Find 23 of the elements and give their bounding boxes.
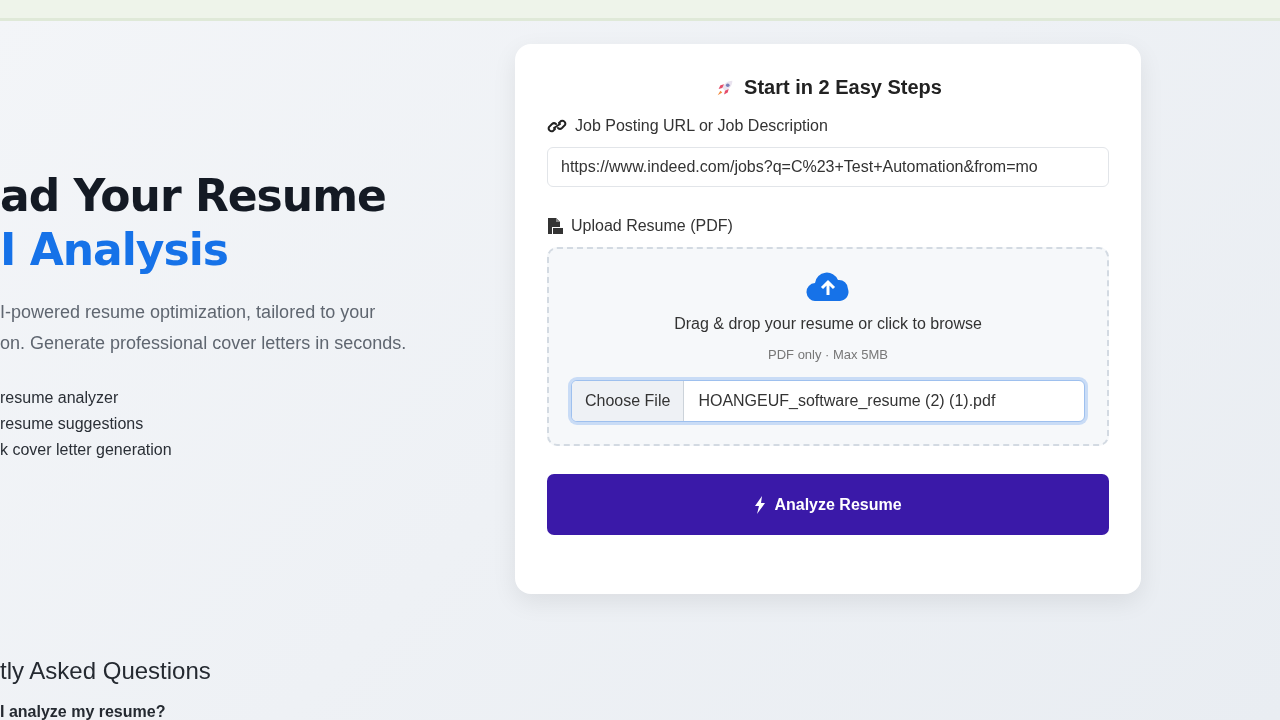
job-url-field[interactable]: https://www.indeed.com/jobs?q=C%23+Test+Automation&from=mo <box>547 147 1109 187</box>
hero-title: ad Your Resume <box>0 169 387 223</box>
drop-prompt: Drag & drop your resume or click to browse <box>674 315 982 333</box>
feature-item: resume analyzer <box>0 388 120 408</box>
field-label: Upload Resume (PDF) <box>571 217 733 235</box>
file-hint: PDF only · Max 5MB <box>768 347 888 362</box>
faq-title: tly Asked Questions <box>0 657 212 685</box>
faq-question[interactable]: I analyze my resume? <box>0 703 515 720</box>
feature-item: k cover letter generation <box>0 440 173 460</box>
hero-title: I Analysis <box>0 223 229 277</box>
card-title: Start in 2 Easy Steps <box>744 76 942 99</box>
hero-description: on. Generate professional cover letters in seconds. <box>0 332 408 355</box>
file-input[interactable]: Choose File HOANGEUF_software_resume (2) (1).pdf <box>571 380 1085 422</box>
link-icon <box>547 119 567 133</box>
drop-zone[interactable]: Drag & drop your resume or click to browse PDF only · Max 5MB Choose File HOANGEUF_software_resume (2) (1).pdf <box>547 247 1109 446</box>
choose-file-button[interactable]: Choose File <box>572 381 685 421</box>
feature-item: resume suggestions <box>0 414 145 434</box>
lightning-icon <box>754 495 767 514</box>
hero-description: I-powered resume optimization, tailored to your <box>0 301 377 324</box>
analyze-button[interactable]: Analyze Resume <box>547 474 1109 535</box>
field-label: Job Posting URL or Job Description <box>575 117 828 135</box>
pdf-file-icon <box>547 217 563 235</box>
cloud-upload-icon <box>806 271 850 301</box>
